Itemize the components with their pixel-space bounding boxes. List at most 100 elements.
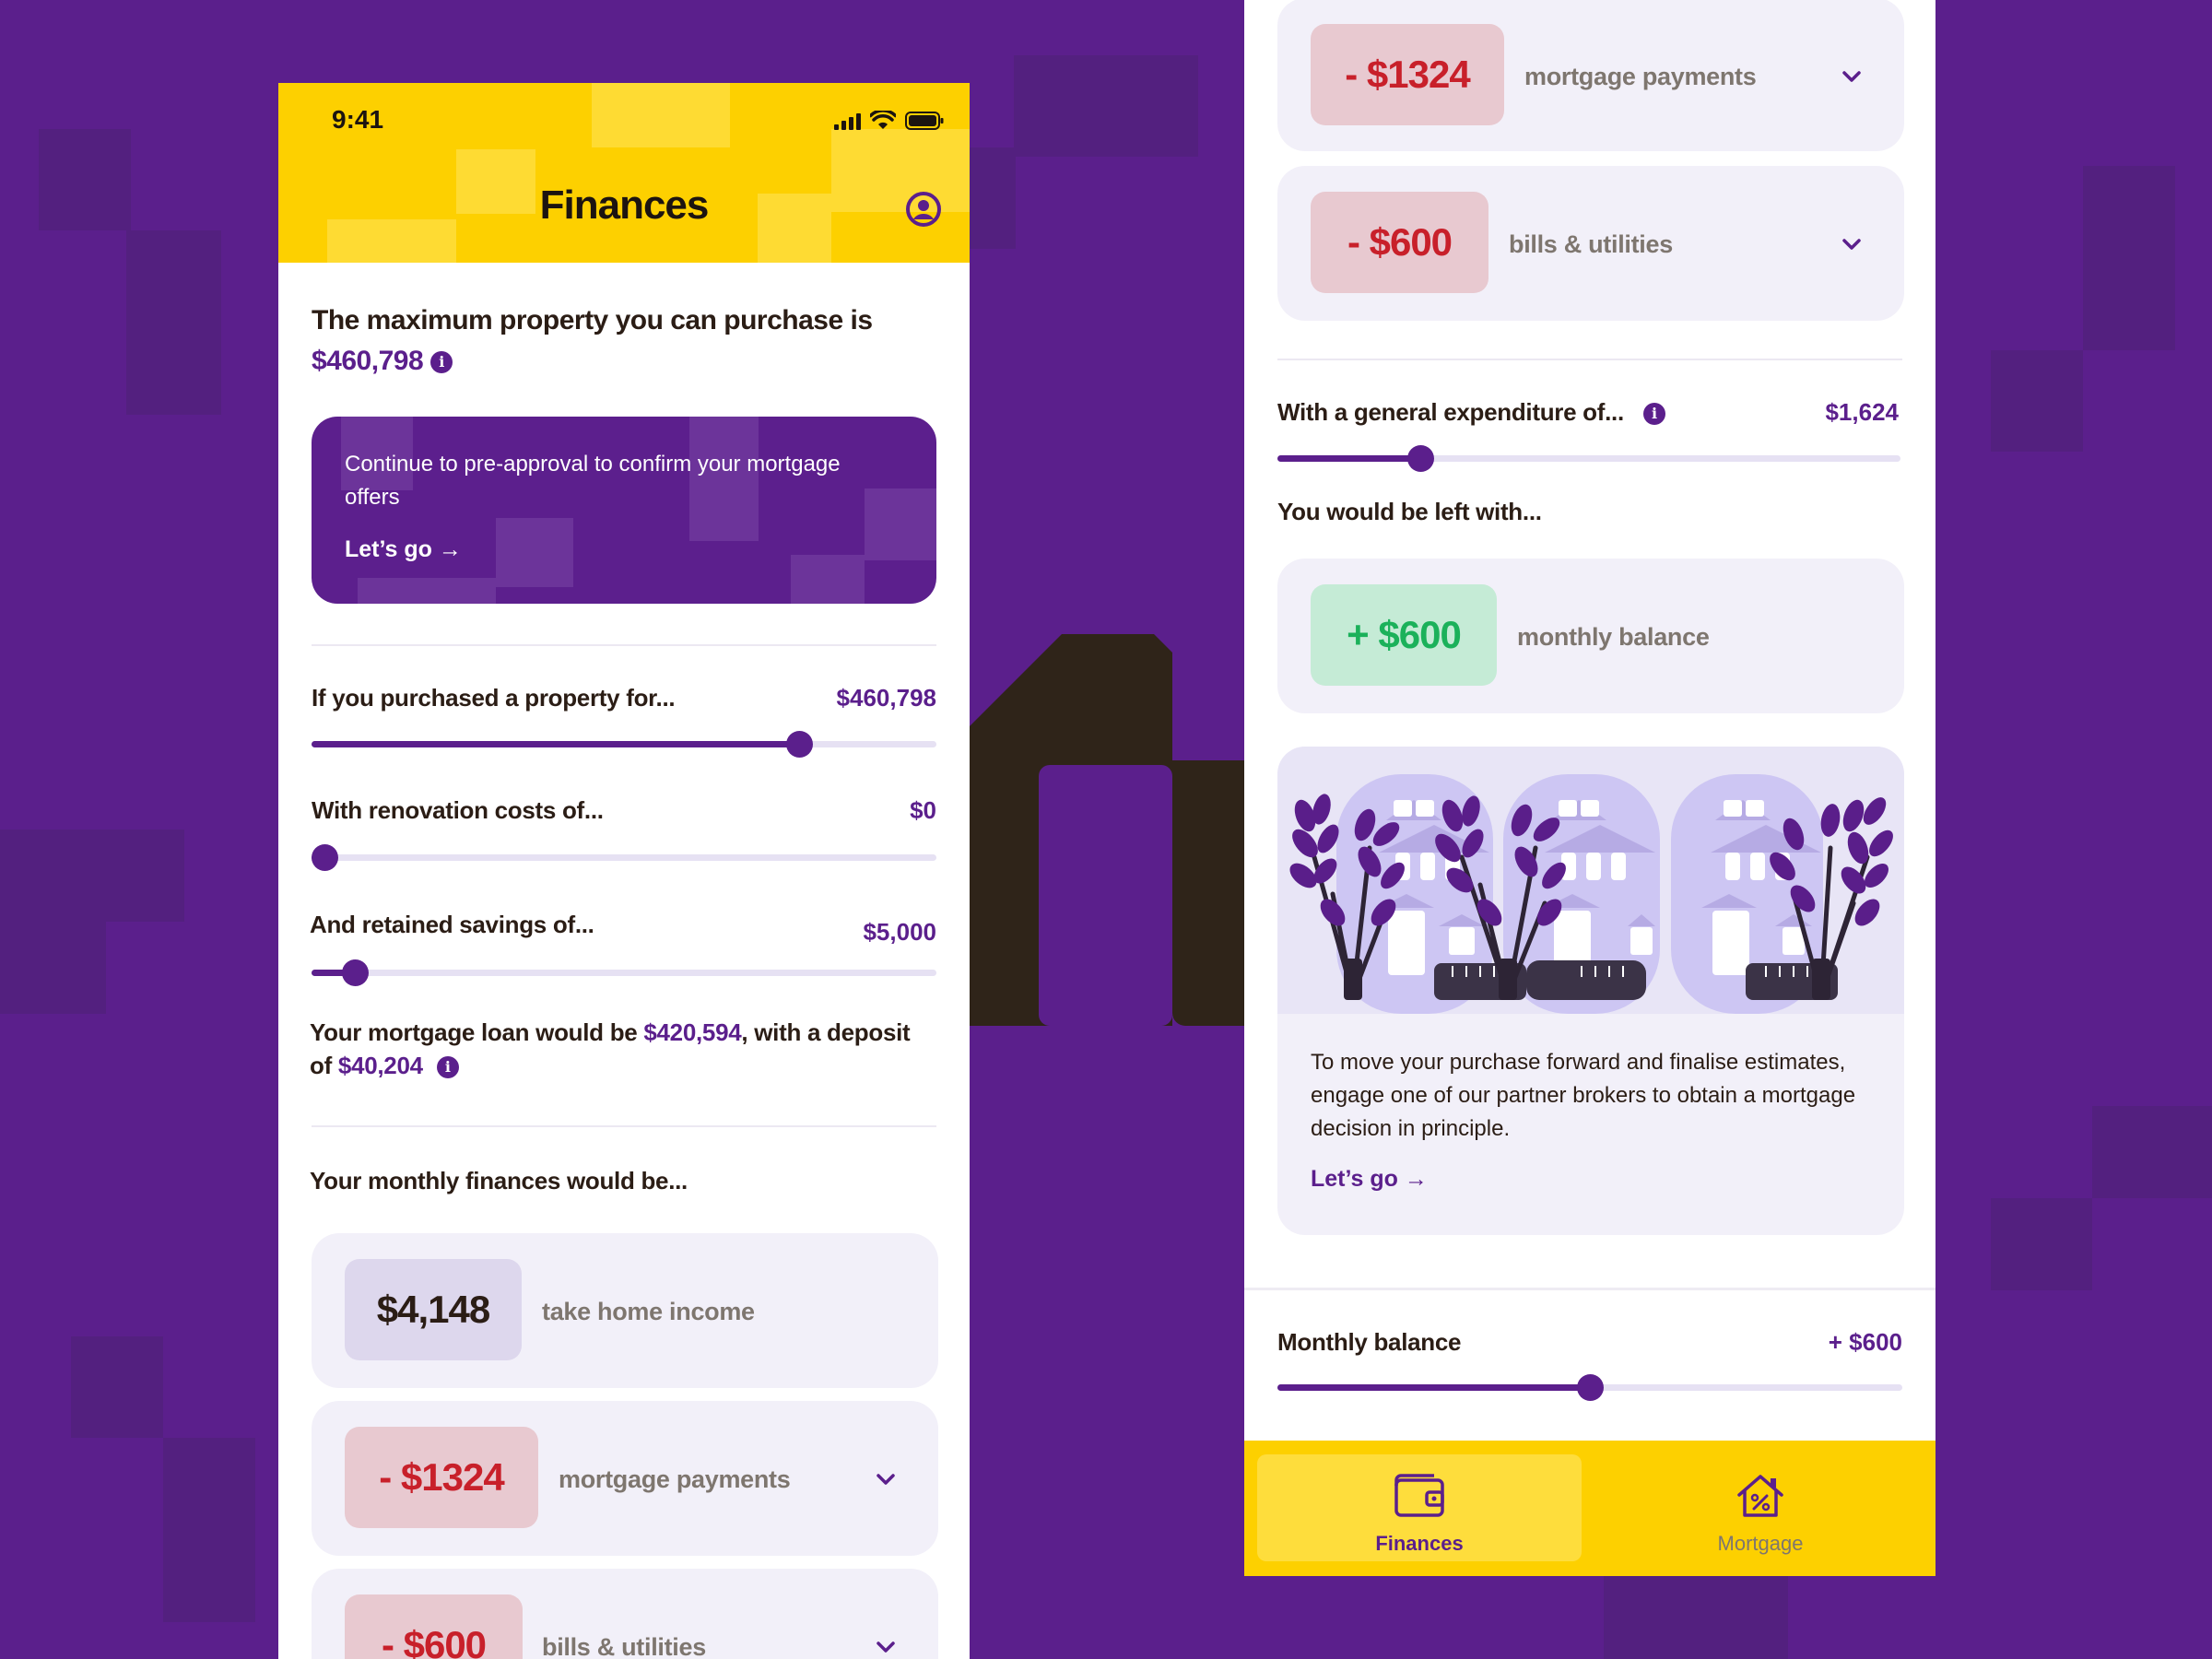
header-decor <box>592 83 730 147</box>
info-icon[interactable]: i <box>429 351 453 374</box>
expenditure-label-text: With a general expenditure of... <box>1277 398 1624 426</box>
mortgage-label: mortgage payments <box>1524 63 1757 90</box>
balance-label: monthly balance <box>1517 623 1710 651</box>
slider-fill <box>1277 455 1421 462</box>
chevron-down-icon[interactable] <box>874 1467 898 1491</box>
income-card[interactable]: $4,148 take home income <box>312 1233 938 1388</box>
balance-amount: + $600 <box>1311 584 1497 686</box>
profile-icon[interactable] <box>905 191 942 228</box>
signal-icon <box>834 112 861 130</box>
savings-value: $5,000 <box>863 918 936 946</box>
savings-label: And retained savings of... <box>310 911 594 938</box>
info-icon[interactable]: i <box>1642 403 1665 426</box>
info-icon[interactable]: i <box>436 1056 459 1079</box>
bills-card[interactable]: - $600 bills & utilities <box>1277 166 1904 321</box>
expenditure-value: $1,624 <box>1825 398 1899 426</box>
battery-icon <box>905 112 944 130</box>
mortgage-amount: - $1324 <box>1311 24 1504 125</box>
divider <box>1244 1288 1936 1290</box>
phone-screen-finances: 9:41 Finances The maximum property you c… <box>278 83 970 1659</box>
loan-summary: Your mortgage loan would be $420,594, wi… <box>310 1016 918 1082</box>
purchase-label: If you purchased a property for... <box>312 684 676 712</box>
banner-text: Continue to pre-approval to confirm your… <box>345 452 841 510</box>
renovation-value: $0 <box>910 796 936 824</box>
bg-block <box>1014 55 1198 157</box>
slider-fill <box>312 741 799 747</box>
banner-decor <box>496 518 573 587</box>
slider-knob[interactable] <box>311 844 338 871</box>
left-with-heading: You would be left with... <box>1277 498 1542 525</box>
chevron-down-icon[interactable] <box>874 1635 898 1659</box>
bg-block <box>71 1336 163 1438</box>
pre-approval-banner[interactable]: Continue to pre-approval to confirm your… <box>312 417 936 604</box>
income-label: take home income <box>542 1298 755 1325</box>
expenditure-label: With a general expenditure of... i <box>1277 398 1665 427</box>
slider-knob[interactable] <box>785 731 813 758</box>
bills-amount: - $600 <box>345 1594 523 1659</box>
purchase-slider[interactable] <box>312 731 936 758</box>
income-amount: $4,148 <box>345 1259 522 1360</box>
mortgage-amount: - $1324 <box>345 1427 538 1528</box>
houses-illustration <box>1277 747 1904 1014</box>
bottom-nav: Finances Mortgage <box>1244 1441 1936 1576</box>
mortgage-card[interactable]: - $1324 mortgage payments <box>312 1401 938 1556</box>
bills-amount: - $600 <box>1311 192 1488 293</box>
tab-label: Mortgage <box>1717 1532 1804 1555</box>
tab-finances[interactable]: Finances <box>1257 1454 1582 1561</box>
bills-card[interactable]: - $600 bills & utilities <box>312 1569 938 1659</box>
divider <box>312 1125 936 1127</box>
bg-block <box>2092 1106 2212 1198</box>
bg-block <box>1991 350 2083 452</box>
balance-card: + $600 monthly balance <box>1277 559 1904 713</box>
banner-decor <box>358 578 496 604</box>
bg-block <box>1039 765 1172 1026</box>
max-property-value: $460,798 <box>312 346 424 376</box>
broker-text: To move your purchase forward and finali… <box>1311 1050 1856 1141</box>
bg-block <box>0 922 106 1014</box>
monthly-heading: Your monthly finances would be... <box>310 1167 688 1194</box>
phone-screen-finances-scrolled: - $1324 mortgage payments - $600 bills &… <box>1244 0 1936 1576</box>
lets-go-link[interactable]: Let’s go → <box>1311 1166 1428 1193</box>
status-icons <box>834 111 944 131</box>
expenditure-slider[interactable] <box>1277 445 1900 472</box>
slider-fill <box>1277 1384 1590 1391</box>
purchase-value: $460,798 <box>836 684 936 712</box>
max-property-heading: The maximum property you can purchase is… <box>312 300 947 382</box>
tab-mortgage[interactable]: Mortgage <box>1598 1454 1923 1561</box>
savings-slider[interactable] <box>312 959 936 986</box>
slider-knob[interactable] <box>1577 1374 1604 1401</box>
header: 9:41 Finances <box>278 83 970 263</box>
monthly-balance-label: Monthly balance <box>1277 1328 1462 1356</box>
bg-block <box>0 830 184 922</box>
bg-block <box>1604 1576 1788 1659</box>
bg-shape <box>1172 760 1244 1026</box>
tab-label: Finances <box>1375 1532 1464 1555</box>
page-title: Finances <box>539 182 710 228</box>
renovation-label: With renovation costs of... <box>312 796 604 824</box>
wifi-icon <box>870 111 896 129</box>
lets-go-link[interactable]: Let’s go → <box>345 536 462 563</box>
chevron-down-icon[interactable] <box>1840 65 1864 88</box>
slider-knob[interactable] <box>1407 445 1435 472</box>
chevron-down-icon[interactable] <box>1840 232 1864 256</box>
loan-value: $420,594 <box>643 1018 742 1046</box>
house-percent-icon <box>1737 1475 1783 1517</box>
bg-block <box>1991 1198 2092 1290</box>
bg-block <box>970 147 1016 249</box>
banner-decor <box>791 555 865 604</box>
wallet-icon <box>1394 1474 1444 1517</box>
renovation-slider[interactable] <box>311 844 936 871</box>
status-time: 9:41 <box>332 105 384 134</box>
bg-block <box>126 230 221 415</box>
houses-trees-illustration <box>1289 774 1893 1014</box>
monthly-balance-slider[interactable] <box>1277 1374 1902 1401</box>
slider-knob[interactable] <box>342 959 370 986</box>
bills-label: bills & utilities <box>542 1633 706 1659</box>
broker-card: To move your purchase forward and finali… <box>1277 747 1904 1235</box>
deposit-value: $40,204 <box>337 1052 423 1079</box>
bg-block <box>39 129 131 230</box>
mortgage-card[interactable]: - $1324 mortgage payments <box>1277 0 1904 151</box>
loan-prefix: Your mortgage loan would be <box>310 1018 644 1046</box>
divider <box>312 644 936 646</box>
bg-block <box>163 1438 255 1622</box>
